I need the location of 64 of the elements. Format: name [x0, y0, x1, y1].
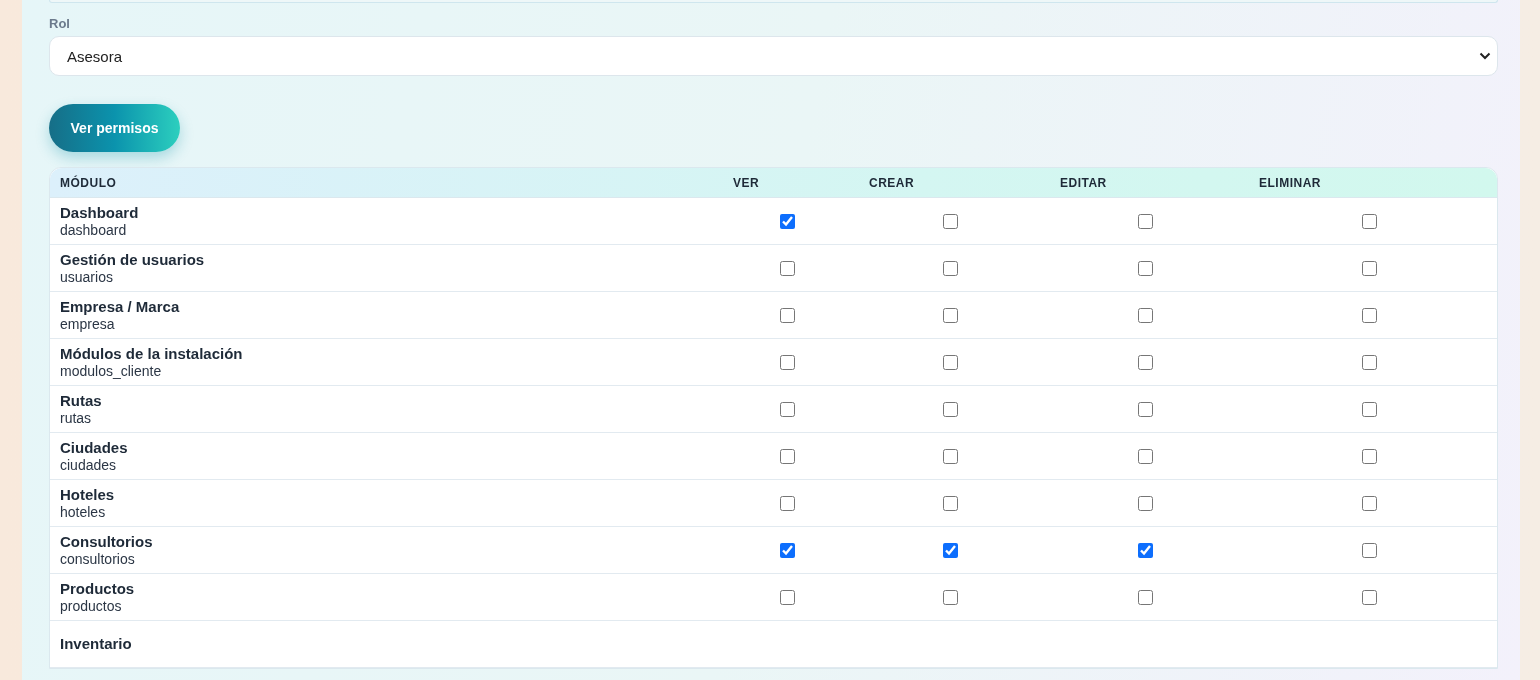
permission-checkbox[interactable]	[779, 354, 795, 370]
permission-checkbox[interactable]	[1138, 589, 1153, 605]
permission-checkbox[interactable]	[779, 542, 795, 558]
module-name: Gestión de usuarios	[60, 250, 206, 269]
permission-checkbox[interactable]	[1361, 542, 1377, 558]
view-permissions-button[interactable]: Ver permisos	[49, 104, 180, 152]
module-name: Rutas	[60, 391, 103, 410]
module-name: Hoteles	[60, 485, 116, 504]
module-code: consultorios	[60, 550, 136, 568]
permission-checkbox[interactable]	[943, 448, 958, 464]
module-code: ciudades	[60, 456, 118, 474]
field-label: Rol	[49, 16, 71, 33]
module-code: empresa	[60, 315, 116, 333]
module-name: Inventario	[60, 635, 133, 653]
chevron-down-icon	[1479, 52, 1491, 60]
permission-checkbox[interactable]	[779, 495, 795, 511]
module-code: dashboard	[60, 221, 128, 239]
permission-checkbox[interactable]	[1361, 307, 1377, 323]
permission-checkbox[interactable]	[779, 307, 795, 323]
permission-checkbox[interactable]	[779, 448, 795, 464]
module-name: Productos	[60, 579, 136, 598]
permission-checkbox[interactable]	[1361, 495, 1377, 511]
module-name: Módulos de la instalación	[60, 344, 244, 363]
permission-checkbox[interactable]	[943, 260, 958, 276]
column-header: CREAR	[868, 175, 916, 190]
module-name: Consultorios	[60, 532, 154, 551]
role-select[interactable]: Asesora	[49, 36, 1498, 76]
permission-checkbox[interactable]	[943, 542, 958, 558]
permission-checkbox[interactable]	[1361, 448, 1377, 464]
module-name: Dashboard	[60, 203, 140, 222]
permission-checkbox[interactable]	[1138, 260, 1153, 276]
permission-checkbox[interactable]	[779, 589, 795, 605]
permission-checkbox[interactable]	[1361, 589, 1377, 605]
module-code: modulos_cliente	[60, 362, 163, 380]
module-name: Ciudades	[60, 438, 129, 457]
permission-checkbox[interactable]	[779, 260, 795, 276]
permission-checkbox[interactable]	[943, 495, 958, 511]
permission-checkbox[interactable]	[1138, 307, 1153, 323]
module-code: productos	[60, 597, 123, 615]
permission-checkbox[interactable]	[1138, 448, 1153, 464]
permission-checkbox[interactable]	[1138, 495, 1153, 511]
permission-checkbox[interactable]	[943, 213, 958, 229]
permission-checkbox[interactable]	[1361, 401, 1377, 417]
permission-checkbox[interactable]	[1361, 260, 1377, 276]
column-header: EDITAR	[1059, 175, 1108, 190]
permission-checkbox[interactable]	[943, 401, 958, 417]
permission-checkbox[interactable]	[779, 213, 795, 229]
module-code: hoteles	[60, 503, 107, 521]
module-name: Empresa / Marca	[60, 297, 181, 316]
permission-checkbox[interactable]	[1138, 213, 1153, 229]
permission-checkbox[interactable]	[943, 307, 958, 323]
module-code: usuarios	[60, 268, 114, 286]
module-code: rutas	[60, 409, 93, 427]
column-header: VER	[732, 175, 761, 190]
permission-checkbox[interactable]	[1361, 354, 1377, 370]
column-header: MÓDULO	[59, 175, 118, 190]
permission-checkbox[interactable]	[1138, 542, 1153, 558]
permission-checkbox[interactable]	[943, 589, 958, 605]
permission-checkbox[interactable]	[779, 401, 795, 417]
permission-checkbox[interactable]	[1361, 213, 1377, 229]
permission-checkbox[interactable]	[943, 354, 958, 370]
column-header: ELIMINAR	[1258, 175, 1322, 190]
permission-checkbox[interactable]	[1138, 354, 1153, 370]
permission-checkbox[interactable]	[1138, 401, 1153, 417]
